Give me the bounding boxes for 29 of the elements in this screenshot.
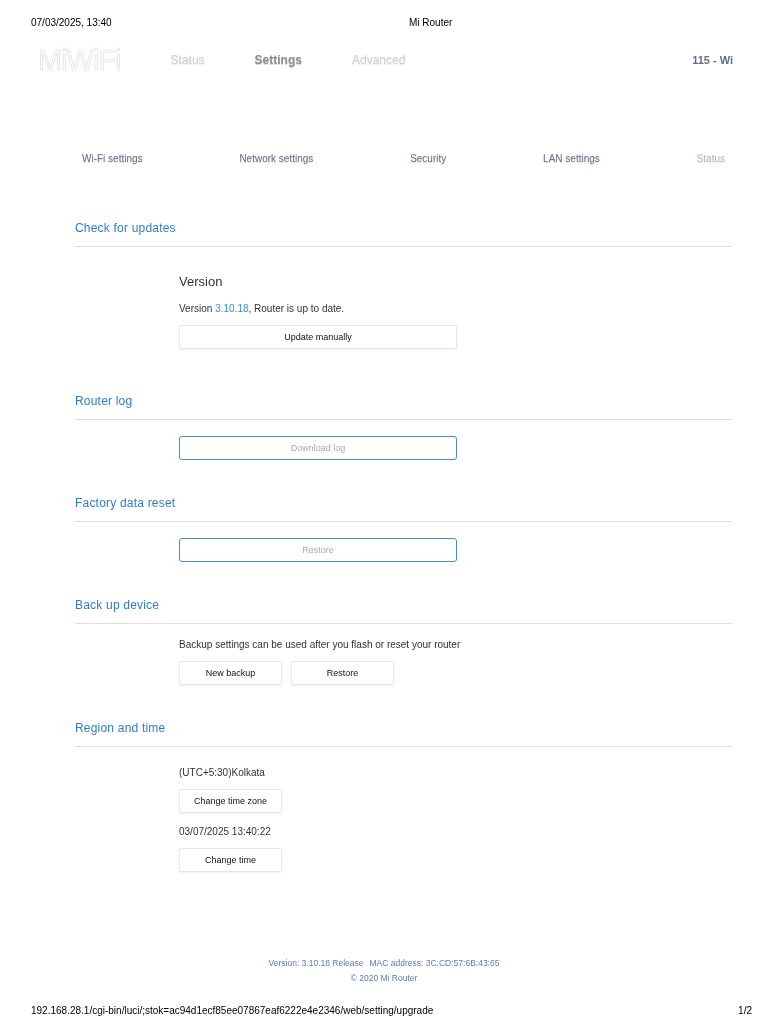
- copyright-text: © 2020 Mi Router: [350, 972, 418, 985]
- subnav-tab[interactable]: Network settings: [239, 152, 314, 166]
- action-button[interactable]: Change time zone: [179, 789, 282, 813]
- action-button[interactable]: New backup: [179, 661, 282, 685]
- section-title: Factory data reset: [75, 495, 176, 511]
- print-url: 192.168.28.1/cgi-bin/luci/;stok=ac94d1ecf85ee07867eaf6222e4e2346/web/setting/upgrade: [31, 1005, 434, 1017]
- info-text: 03/07/2025 13:40:22: [179, 825, 271, 839]
- section-title: Back up device: [75, 597, 160, 613]
- action-button[interactable]: Change time: [179, 848, 282, 872]
- print-date: 07/03/2025, 13:40: [31, 17, 112, 29]
- version-link[interactable]: 3.10.18: [215, 303, 249, 314]
- info-text: (UTC+5:30)Kolkata: [179, 766, 265, 780]
- page-number: 1/2: [738, 1005, 752, 1017]
- section-title: Check for updates: [75, 220, 176, 236]
- action-button[interactable]: Update manually: [179, 325, 457, 349]
- print-title: Mi Router: [409, 17, 453, 29]
- section-title: Router log: [75, 393, 133, 409]
- info-text: Backup settings can be used after you flash or reset your router: [179, 638, 461, 652]
- nav-tab[interactable]: Settings: [254, 53, 302, 67]
- action-button[interactable]: Restore: [291, 661, 394, 685]
- section-title: Region and time: [75, 720, 166, 736]
- firmware-version-text: Version: 3.10.18 Release: [268, 957, 364, 970]
- version-status-text: Version 3.10.18, Router is up to date.: [179, 302, 345, 316]
- subnav-tab[interactable]: Security: [410, 152, 447, 166]
- subnav-tab[interactable]: LAN settings: [543, 152, 600, 166]
- subnav-tab[interactable]: Wi-Fi settings: [82, 152, 143, 166]
- mac-address-text: MAC address: 3C:CD:57:6B:43:65: [369, 957, 500, 970]
- subsection-title: Version: [179, 273, 223, 291]
- device-name[interactable]: 115 - Wi: [692, 54, 733, 66]
